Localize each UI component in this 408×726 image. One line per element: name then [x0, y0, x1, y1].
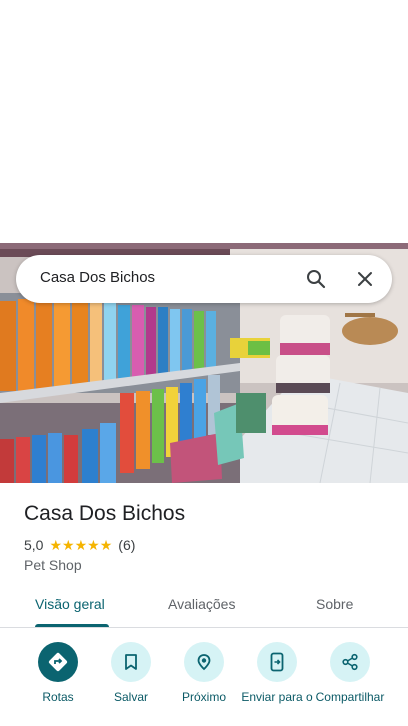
tab-overview[interactable]: Visão geral [35, 596, 105, 612]
close-icon [358, 272, 372, 286]
star-icon: ★ [49, 537, 63, 553]
clear-search-button[interactable] [349, 263, 381, 295]
place-title: Casa Dos Bichos [24, 502, 186, 525]
nearby-button-circle[interactable] [184, 642, 224, 682]
share-label: Compartilhar [315, 690, 385, 704]
search-button[interactable] [300, 263, 332, 295]
rating-value: 5,0 [24, 537, 44, 553]
share-button-circle[interactable] [330, 642, 370, 682]
directions-button-circle[interactable] [38, 642, 78, 682]
review-count[interactable]: (6) [118, 537, 135, 553]
search-bar[interactable]: Casa Dos Bichos [16, 255, 392, 303]
tab-bar: Visão geral Avaliações Sobre [0, 584, 408, 628]
directions-icon [48, 652, 68, 672]
send-to-phone-button-circle[interactable] [257, 642, 297, 682]
save-button-circle[interactable] [111, 642, 151, 682]
save-button[interactable]: Salvar [91, 642, 171, 704]
tab-reviews[interactable]: Avaliações [168, 596, 235, 612]
star-rating: ★ ★ ★ ★ ★ [49, 538, 112, 552]
send-to-phone-button[interactable]: Enviar para o [237, 642, 317, 704]
nearby-button[interactable]: Próximo [164, 642, 244, 704]
bookmark-icon [125, 654, 137, 670]
search-input[interactable]: Casa Dos Bichos [40, 269, 155, 286]
save-label: Salvar [113, 690, 148, 704]
star-icon: ★ [87, 537, 100, 553]
place-category[interactable]: Pet Shop [24, 557, 82, 573]
nearby-icon [197, 654, 211, 671]
active-tab-indicator [35, 624, 109, 627]
share-icon [342, 653, 358, 671]
send-to-phone-label: Enviar para o [241, 690, 313, 704]
tab-about[interactable]: Sobre [316, 596, 353, 612]
nearby-label: Próximo [181, 690, 226, 704]
star-icon: ★ [74, 537, 88, 553]
rating-row[interactable]: 5,0 ★ ★ ★ ★ ★ (6) [24, 536, 135, 554]
share-button[interactable]: Compartilhar [310, 642, 390, 704]
directions-label: Rotas [42, 690, 74, 704]
place-sheet: Casa Dos Bichos Casa Dos Bichos 5,0 ★ ★ … [0, 0, 408, 726]
star-icon: ★ [99, 537, 113, 553]
send-to-phone-icon [270, 652, 284, 672]
directions-button[interactable]: Rotas [18, 642, 98, 704]
search-icon [307, 270, 326, 289]
star-icon: ★ [62, 537, 75, 553]
